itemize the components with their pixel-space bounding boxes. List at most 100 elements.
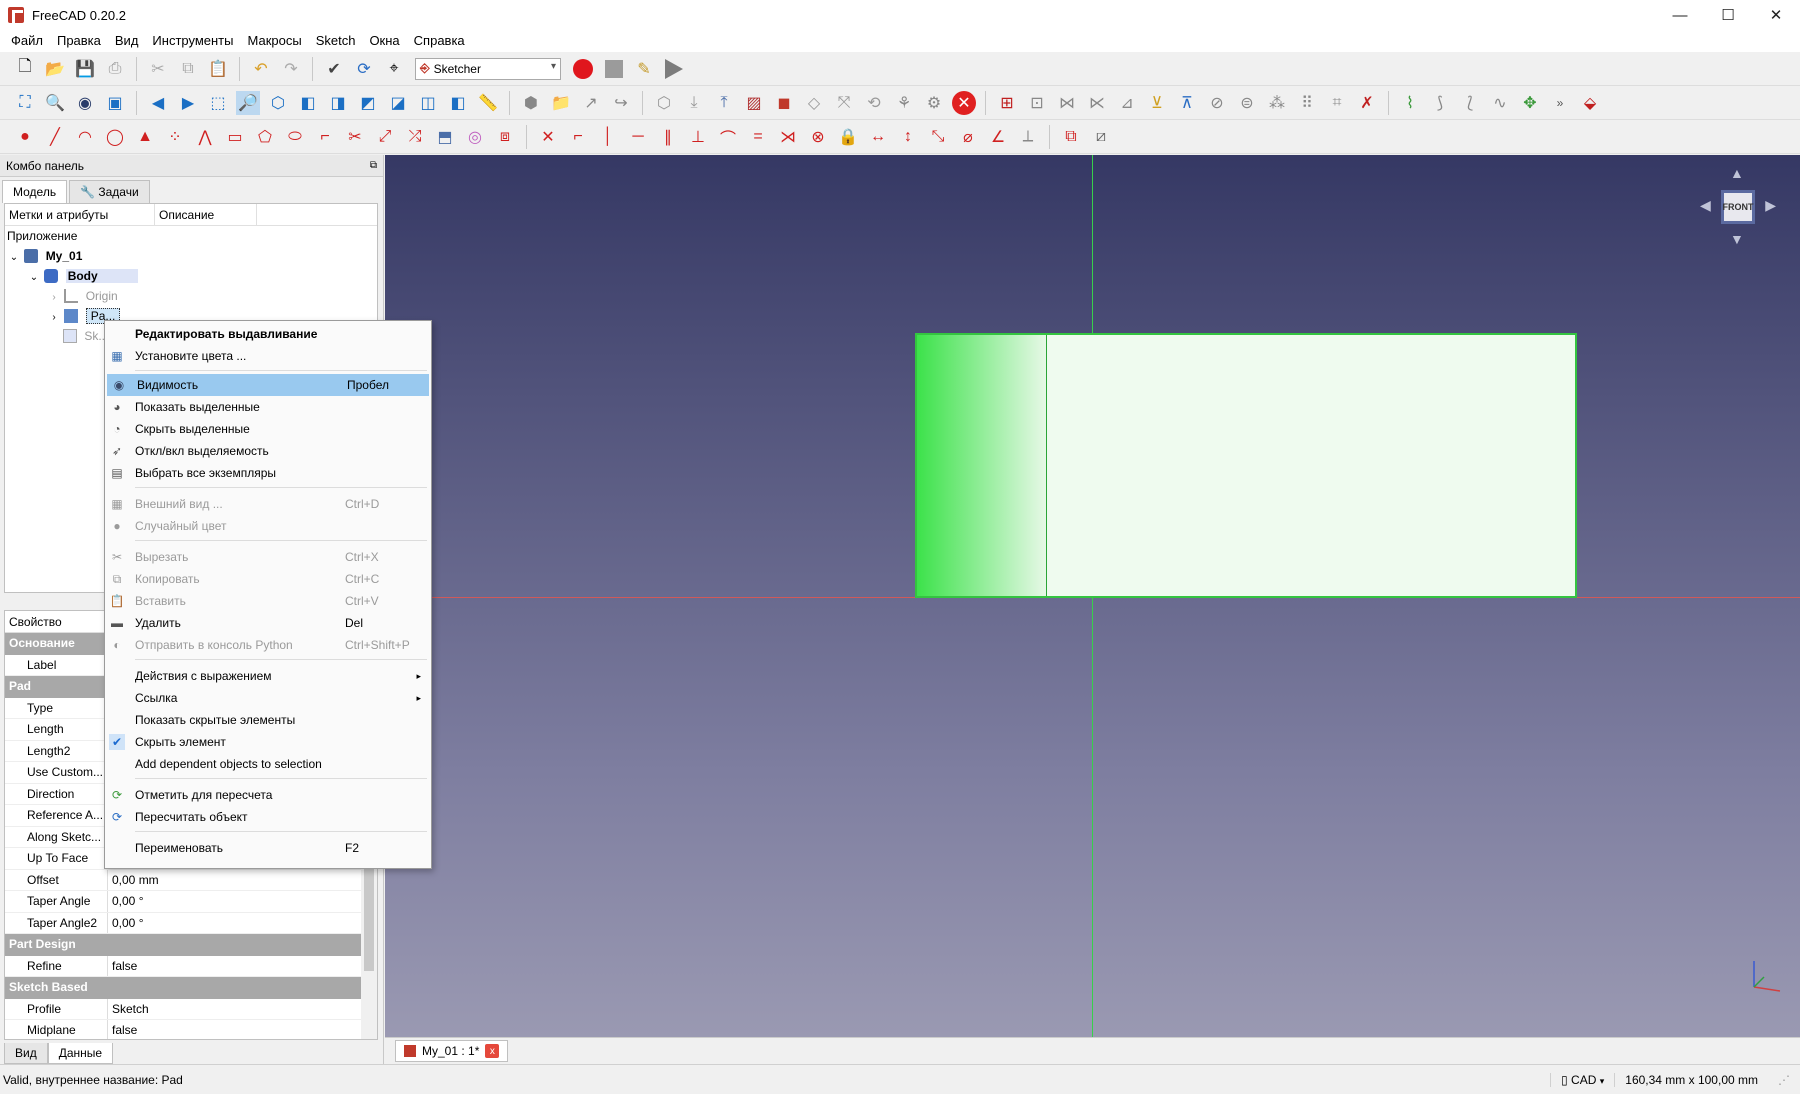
clone-geometry-icon[interactable]: ⁂ (1265, 91, 1289, 115)
restore-internal-geometry-icon[interactable]: ⊘ (1205, 91, 1229, 115)
tree-header-description[interactable]: Описание (155, 204, 257, 225)
menu-item-paste[interactable]: 📋 Вставить Ctrl+V (105, 590, 431, 612)
property-value[interactable]: false (107, 1020, 377, 1039)
property-row[interactable]: Offset 0,00 mm (5, 869, 377, 891)
fit-selection-icon[interactable]: 🔍 (43, 91, 67, 115)
navigation-cube[interactable]: ◀ ▶ ▲ ▼ FRONT (1696, 165, 1778, 247)
size-grip-icon[interactable]: ⋰ (1768, 1073, 1800, 1087)
menu-item-edit-pad[interactable]: Редактировать выдавливание (105, 323, 431, 345)
pd-reorient-icon[interactable]: ⟲ (862, 91, 886, 115)
radius-constraint-icon[interactable]: ⌀ (956, 125, 980, 149)
draw-style-icon[interactable]: ◉ (73, 91, 97, 115)
refresh-recompute-icon[interactable]: ✔ (322, 57, 346, 81)
line-icon[interactable]: ╱ (43, 125, 67, 149)
menu-item-select-all-instances[interactable]: ▤ Выбрать все экземпляры (105, 462, 431, 484)
redo-icon[interactable]: ↷ (279, 57, 303, 81)
workbench-selector[interactable]: ⎆ Sketcher ▾ (415, 57, 561, 80)
3d-view[interactable]: ◀ ▶ ▲ ▼ FRONT (385, 155, 1800, 1037)
close-icon[interactable]: x (485, 1044, 500, 1058)
nav-arrow-down-icon[interactable]: ▼ (1730, 231, 1744, 247)
conic-icon[interactable]: ▲ (133, 125, 157, 149)
save-icon[interactable]: 💾 (73, 57, 97, 81)
vertical-distance-constraint-icon[interactable]: ↕ (896, 125, 920, 149)
menu-item-toggle-selectability[interactable]: ➶ Откл/вкл выделяемость (105, 440, 431, 462)
menu-view[interactable]: Вид (108, 30, 146, 52)
undo-icon[interactable]: ↶ (249, 57, 273, 81)
back-arrow-icon[interactable]: ◀ (146, 91, 170, 115)
menu-item-copy[interactable]: ⧉ Копировать Ctrl+C (105, 568, 431, 590)
expand-right-icon[interactable]: › (47, 308, 61, 328)
menu-item-recompute-object[interactable]: ⟳ Пересчитать объект (105, 806, 431, 828)
arc-icon[interactable]: ◠ (73, 125, 97, 149)
expand-down-icon[interactable]: ⌄ (27, 268, 41, 288)
menu-item-expression-actions[interactable]: Действия с выражением ▸ (105, 665, 431, 687)
remove-axes-alignment-icon[interactable]: ⌗ (1325, 91, 1349, 115)
menu-item-add-dependent-objects[interactable]: Add dependent objects to selection (105, 753, 431, 775)
point-icon[interactable]: ● (13, 125, 37, 149)
bspline-insert-knot-icon[interactable]: ∿ (1488, 91, 1512, 115)
symmetric-constraint-icon[interactable]: ⋊ (776, 125, 800, 149)
pd-view-section-icon[interactable]: ⚘ (892, 91, 916, 115)
point-on-object-constraint-icon[interactable]: ⌐ (566, 125, 590, 149)
tree-item-body[interactable]: ⌄ Body (5, 266, 377, 286)
tab-view[interactable]: Вид (4, 1043, 48, 1064)
property-value[interactable]: 0,00 ° (107, 891, 377, 912)
polygon-icon[interactable]: ⬠ (253, 125, 277, 149)
nav-arrow-up-icon[interactable]: ▲ (1730, 165, 1744, 181)
property-value[interactable]: 0,00 ° (107, 912, 377, 933)
pd-clone-icon[interactable]: ▨ (742, 91, 766, 115)
select-constraints-icon[interactable]: ⊞ (995, 91, 1019, 115)
recompute-icon[interactable]: ⟳ (352, 57, 376, 81)
bspline-degree-icon[interactable]: ⟆ (1428, 91, 1452, 115)
coincident-constraint-icon[interactable]: ✕ (536, 125, 560, 149)
forward-arrow-icon[interactable]: ▶ (176, 91, 200, 115)
open-file-icon[interactable]: 📂 (43, 57, 67, 81)
distance-constraint-icon[interactable]: ⤡ (926, 125, 950, 149)
virtual-space-icon[interactable]: ✥ (1518, 91, 1542, 115)
tree-item-origin[interactable]: › Origin (5, 286, 377, 306)
rear-view-icon[interactable]: ◪ (386, 91, 410, 115)
select-origin-icon[interactable]: ⊡ (1025, 91, 1049, 115)
create-group-icon[interactable]: 📁 (549, 91, 573, 115)
macro-stop-button[interactable] (605, 59, 623, 78)
block-constraint-icon[interactable]: ⊗ (806, 125, 830, 149)
pd-subshape-binder-icon[interactable]: ⤒ (712, 91, 736, 115)
menu-item-rename[interactable]: Переименовать F2 (105, 837, 431, 859)
copy-icon[interactable]: ⧉ (176, 57, 200, 81)
property-value[interactable]: Sketch (107, 998, 377, 1019)
menu-item-appearance[interactable]: ▦ Внешний вид ... Ctrl+D (105, 493, 431, 515)
bspline-increase-knot-icon[interactable]: ⟅ (1458, 91, 1482, 115)
tab-tasks[interactable]: 🔧 Задачи (69, 180, 150, 203)
nav-arrow-right-icon[interactable]: ▶ (1765, 197, 1776, 214)
menu-item-hide-selection[interactable]: ◔ Скрыть выделенные (105, 418, 431, 440)
document-tab[interactable]: My_01 : 1* x (395, 1040, 509, 1062)
paste-icon[interactable]: 📋 (206, 57, 230, 81)
bounding-box-icon[interactable]: ▣ (103, 91, 127, 115)
make-link-icon[interactable]: ↗ (579, 91, 603, 115)
navigation-style[interactable]: ▯ CAD ▾ (1550, 1072, 1614, 1087)
right-view-icon[interactable]: ◩ (356, 91, 380, 115)
macro-execute-button[interactable] (665, 58, 683, 79)
zoom-box-icon[interactable]: 🔎 (236, 90, 260, 115)
extend-icon[interactable]: ⤢ (373, 125, 397, 149)
tree-header-labels[interactable]: Метки и атрибуты (5, 204, 155, 225)
select-conflicting-icon[interactable]: ⋉ (1085, 91, 1109, 115)
expand-down-icon[interactable]: ⌄ (7, 248, 21, 268)
angle-constraint-icon[interactable]: ∠ (986, 125, 1010, 149)
property-row[interactable]: Taper Angle 0,00 ° (5, 891, 377, 913)
horizontal-distance-constraint-icon[interactable]: ↔ (866, 125, 890, 149)
menu-windows[interactable]: Окна (362, 30, 406, 52)
std-views-icon[interactable]: ⬚ (206, 91, 230, 115)
select-elements-icon[interactable]: ⋈ (1055, 91, 1079, 115)
menu-sketch[interactable]: Sketch (309, 30, 363, 52)
toggle-driving-constraint-icon[interactable]: ⧉ (1059, 125, 1083, 149)
pad-solid[interactable] (915, 333, 1577, 598)
menu-help[interactable]: Справка (407, 30, 472, 52)
pd-shape-binder-icon[interactable]: ⤓ (682, 91, 706, 115)
equal-constraint-icon[interactable]: = (746, 125, 770, 149)
snell-constraint-icon[interactable]: ⟂ (1016, 125, 1040, 149)
part-design-body-icon[interactable]: ⬡ (652, 91, 676, 115)
delete-all-geometry-icon[interactable]: ✗ (1355, 91, 1379, 115)
pd-merge-sketches-icon[interactable]: ⚙ (922, 91, 946, 115)
slot-icon[interactable]: ⬭ (283, 125, 307, 149)
